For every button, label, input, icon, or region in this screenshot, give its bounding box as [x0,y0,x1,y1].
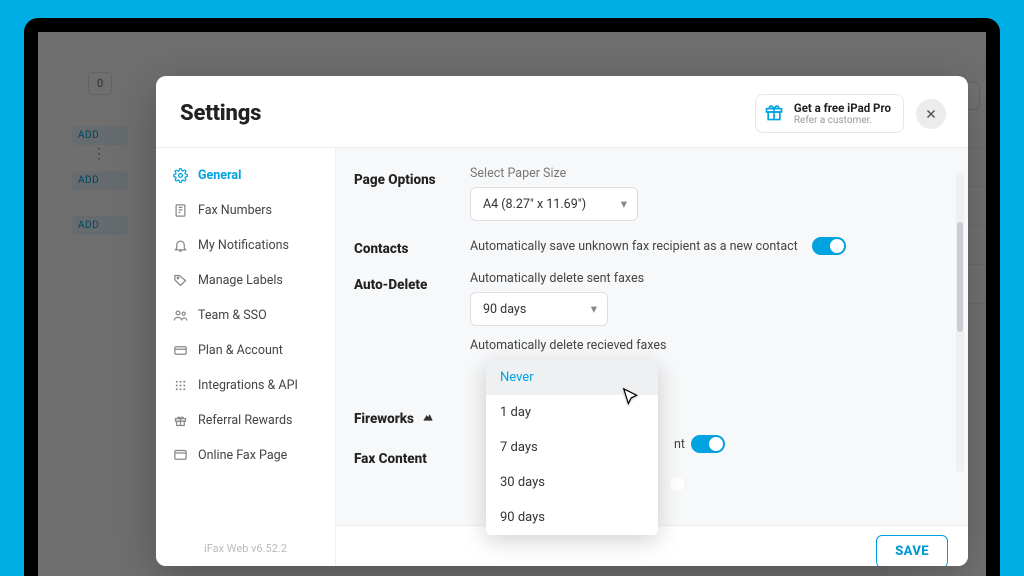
sidebar-item-notifications[interactable]: My Notifications [156,228,335,263]
section-heading: Fireworks [354,403,470,427]
sidebar-item-referral[interactable]: Referral Rewards [156,403,335,438]
users-icon [172,308,188,323]
sidebar-item-integrations[interactable]: Integrations & API [156,368,335,403]
menu-option-90days[interactable]: 90 days [486,500,658,535]
paper-size-value: A4 (8.27" x 11.69") [483,197,586,212]
bell-icon [172,238,188,253]
section-contacts: Contacts Automatically save unknown fax … [350,225,968,261]
modal-header: Settings Get a free iPad Pro Refer a cus… [156,76,968,147]
sidebar-item-label: Online Fax Page [198,448,287,463]
chevron-down-icon: ▾ [591,301,597,317]
paper-size-label: Select Paper Size [470,166,948,181]
sidebar-item-label: Referral Rewards [198,413,292,428]
section-page-options: Page Options Select Paper Size A4 (8.27"… [350,156,968,225]
section-fireworks: Fireworks [350,393,968,431]
section-heading: Auto-Delete [354,271,470,293]
sidebar-item-label: My Notifications [198,238,289,253]
promo-banner[interactable]: Get a free iPad Pro Refer a customer. [755,94,904,133]
sidebar-item-general[interactable]: General [156,158,335,193]
section-heading: Page Options [354,166,470,188]
sidebar-item-labels[interactable]: Manage Labels [156,263,335,298]
close-button[interactable] [916,99,946,129]
sidebar-item-label: General [198,168,241,183]
menu-option-30days[interactable]: 30 days [486,465,658,500]
autodelete-sent-label: Automatically delete sent faxes [470,271,948,286]
version-label: iFax Web v6.52.2 [156,530,335,566]
sidebar-item-online-fax[interactable]: Online Fax Page [156,438,335,473]
section-fax-content: Fax Content [350,435,968,471]
gift-icon [764,102,784,126]
sidebar-item-fax-numbers[interactable]: Fax Numbers [156,193,335,228]
chevron-down-icon: ▾ [621,196,627,212]
autodelete-sent-value: 90 days [483,302,526,317]
fax-icon [172,203,188,218]
modal-title: Settings [180,101,261,126]
autosave-contact-label: Automatically save unknown fax recipient… [470,239,798,254]
section-auto-delete: Auto-Delete Automatically delete sent fa… [350,261,968,363]
settings-sidebar: General Fax Numbers My Notifications [156,148,336,566]
sidebar-item-label: Manage Labels [198,273,283,288]
sidebar-item-label: Plan & Account [198,343,283,358]
section-heading: Fax Content [354,445,470,467]
sidebar-item-label: Fax Numbers [198,203,272,218]
sidebar-item-plan[interactable]: Plan & Account [156,333,335,368]
promo-title: Get a free iPad Pro [794,101,891,115]
autodelete-sent-select[interactable]: 90 days ▾ [470,292,608,326]
globe-icon [172,448,188,463]
sidebar-item-label: Integrations & API [198,378,298,393]
save-button[interactable]: SAVE [876,535,948,566]
promo-subtitle: Refer a customer. [794,115,891,126]
fireworks-toggle[interactable] [691,435,725,453]
scrollbar[interactable] [956,172,964,472]
section-heading: Contacts [354,235,470,257]
sparkle-icon [421,409,435,427]
paper-size-select[interactable]: A4 (8.27" x 11.69") ▾ [470,187,638,221]
autosave-contact-toggle[interactable] [812,237,846,255]
sidebar-item-team[interactable]: Team & SSO [156,298,335,333]
gear-icon [172,168,188,183]
mouse-cursor-icon [621,387,643,413]
tag-icon [172,273,188,288]
card-icon [172,343,188,358]
fireworks-row-partial: nt [674,437,685,452]
sidebar-item-label: Team & SSO [198,308,267,323]
autodelete-recv-label: Automatically delete recieved faxes [470,338,948,353]
menu-option-7days[interactable]: 7 days [486,430,658,465]
grid-icon [172,378,188,393]
gift-icon [172,413,188,428]
